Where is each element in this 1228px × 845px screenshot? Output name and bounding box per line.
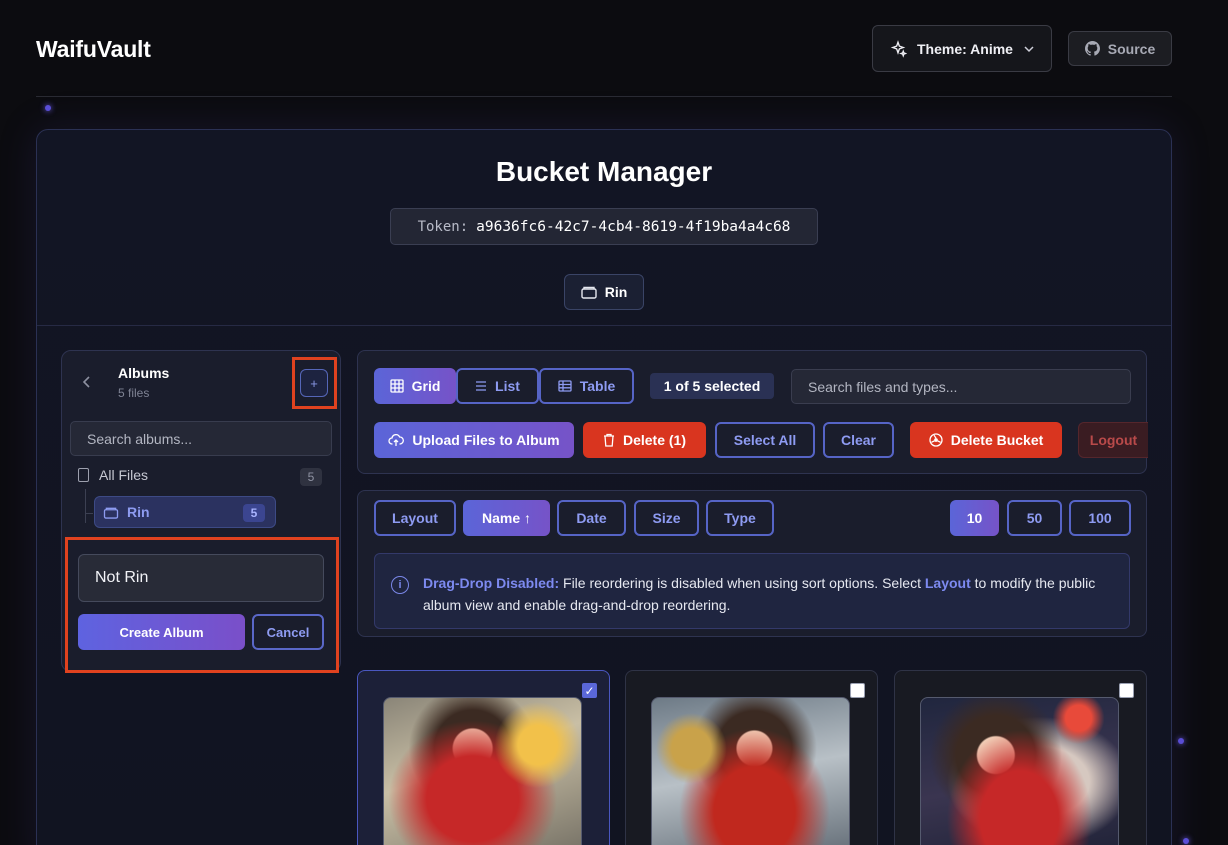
view-table-label: Table [579, 378, 616, 394]
upload-files-button[interactable]: Upload Files to Album [374, 422, 574, 458]
token-label: Token: [417, 218, 469, 235]
sort-date-button[interactable]: Date [557, 500, 626, 536]
background-dot [45, 105, 51, 111]
delete-selected-label: Delete (1) [622, 432, 687, 448]
file-select-checkbox[interactable] [850, 683, 865, 698]
sidebar-item-rin[interactable]: Rin 5 [94, 496, 276, 528]
search-files-input[interactable]: Search files and types... [791, 369, 1131, 404]
select-all-button[interactable]: Select All [715, 422, 815, 458]
info-heading: Drag-Drop Disabled: [423, 575, 560, 591]
radiation-icon [929, 433, 943, 447]
sidebar-subtitle: 5 files [118, 386, 150, 400]
all-files-count-badge: 5 [300, 468, 322, 486]
sort-panel: Layout Name ↑ Date Size Type 10 50 100 i… [357, 490, 1147, 637]
logout-button[interactable]: Logout [1078, 422, 1148, 458]
search-albums-placeholder: Search albums... [87, 430, 193, 447]
chevron-down-icon [1024, 45, 1034, 52]
cancel-button[interactable]: Cancel [252, 614, 324, 650]
current-album-chip[interactable]: Rin [564, 274, 644, 310]
file-card[interactable] [894, 670, 1147, 845]
album-name: Rin [127, 504, 150, 520]
delete-bucket-label: Delete Bucket [950, 432, 1044, 448]
upload-cloud-icon [388, 433, 405, 446]
folder-icon [103, 507, 119, 519]
selection-count: 1 of 5 selected [650, 373, 774, 399]
info-layout-link[interactable]: Layout [925, 575, 971, 591]
file-card[interactable] [625, 670, 878, 845]
token-display: Token: a9636fc6-42c7-4cb4-8619-4f19ba4a4… [390, 208, 818, 245]
albums-sidebar: Albums 5 files + Search albums... All Fi… [61, 350, 341, 673]
file-select-checkbox[interactable] [1119, 683, 1134, 698]
all-files-label: All Files [99, 467, 149, 483]
header-divider [36, 96, 1172, 97]
token-value: a9636fc6-42c7-4cb4-8619-4f19ba4a4c68 [476, 218, 791, 235]
card-divider [37, 325, 1171, 326]
list-icon [476, 381, 487, 391]
tree-connector [85, 489, 86, 523]
source-button[interactable]: Source [1068, 31, 1172, 66]
view-list-label: List [495, 378, 520, 394]
github-icon [1084, 41, 1100, 56]
add-album-button[interactable]: + [300, 369, 328, 397]
theme-label: Theme: Anime [917, 40, 1013, 57]
info-text: File reordering is disabled when using s… [559, 575, 925, 591]
upload-files-label: Upload Files to Album [412, 432, 560, 448]
clear-selection-button[interactable]: Clear [823, 422, 894, 458]
collapse-sidebar-button[interactable] [82, 373, 92, 394]
folder-icon [581, 286, 597, 299]
sort-type-button[interactable]: Type [706, 500, 774, 536]
file-icon [78, 468, 89, 482]
file-thumbnail [651, 697, 850, 845]
album-count-badge: 5 [243, 504, 265, 522]
delete-bucket-button[interactable]: Delete Bucket [910, 422, 1062, 458]
sort-layout-button[interactable]: Layout [374, 500, 456, 536]
plus-icon: + [310, 375, 318, 391]
sidebar-title: Albums [118, 365, 170, 381]
sparkles-icon [890, 39, 907, 58]
sort-size-button[interactable]: Size [634, 500, 699, 536]
drag-drop-info-alert: i Drag-Drop Disabled: File reordering is… [374, 553, 1130, 629]
file-toolbar: Grid List Table 1 of 5 selected Search f… [357, 350, 1148, 474]
sidebar-item-all-files[interactable]: All Files [78, 467, 148, 483]
file-card[interactable]: ✓ [357, 670, 610, 845]
page-size-50-button[interactable]: 50 [1007, 500, 1062, 536]
page-size-10-button[interactable]: 10 [950, 500, 999, 536]
theme-selector-button[interactable]: Theme: Anime [872, 25, 1052, 72]
sort-name-button[interactable]: Name ↑ [463, 500, 550, 536]
page-title: Bucket Manager [495, 156, 713, 187]
source-label: Source [1107, 40, 1156, 57]
view-list-button[interactable]: List [456, 368, 539, 404]
view-grid-label: Grid [411, 378, 441, 394]
view-grid-button[interactable]: Grid [374, 368, 456, 404]
tree-connector [85, 513, 93, 514]
file-select-checkbox[interactable]: ✓ [582, 683, 597, 698]
page-size-100-button[interactable]: 100 [1069, 500, 1131, 536]
trash-icon [603, 433, 614, 447]
info-icon: i [391, 576, 409, 594]
search-files-placeholder: Search files and types... [808, 378, 958, 395]
brand-title: WaifuVault [36, 36, 151, 62]
delete-selected-button[interactable]: Delete (1) [583, 422, 706, 458]
grid-icon [389, 379, 404, 393]
background-dot [1183, 838, 1189, 844]
current-album-name: Rin [604, 284, 628, 300]
search-albums-input[interactable]: Search albums... [70, 421, 332, 456]
new-album-name-input[interactable]: Not Rin [78, 554, 324, 602]
table-icon [558, 380, 572, 392]
view-table-button[interactable]: Table [539, 368, 634, 404]
file-thumbnail [920, 697, 1119, 845]
chevron-left-icon [82, 376, 90, 388]
create-album-button[interactable]: Create Album [78, 614, 245, 650]
file-thumbnail [383, 697, 582, 845]
background-dot [1178, 738, 1184, 744]
new-album-name-value: Not Rin [95, 569, 149, 586]
